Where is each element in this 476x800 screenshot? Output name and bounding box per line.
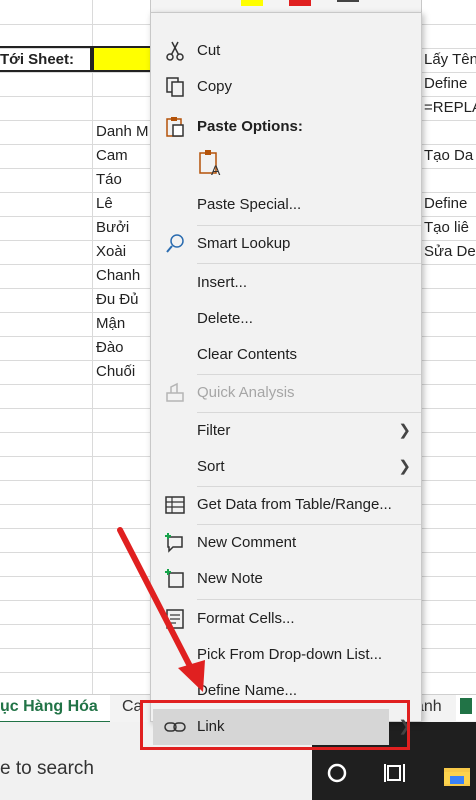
red-annotation-arrow (117, 527, 205, 692)
red-highlight-box (140, 700, 410, 750)
